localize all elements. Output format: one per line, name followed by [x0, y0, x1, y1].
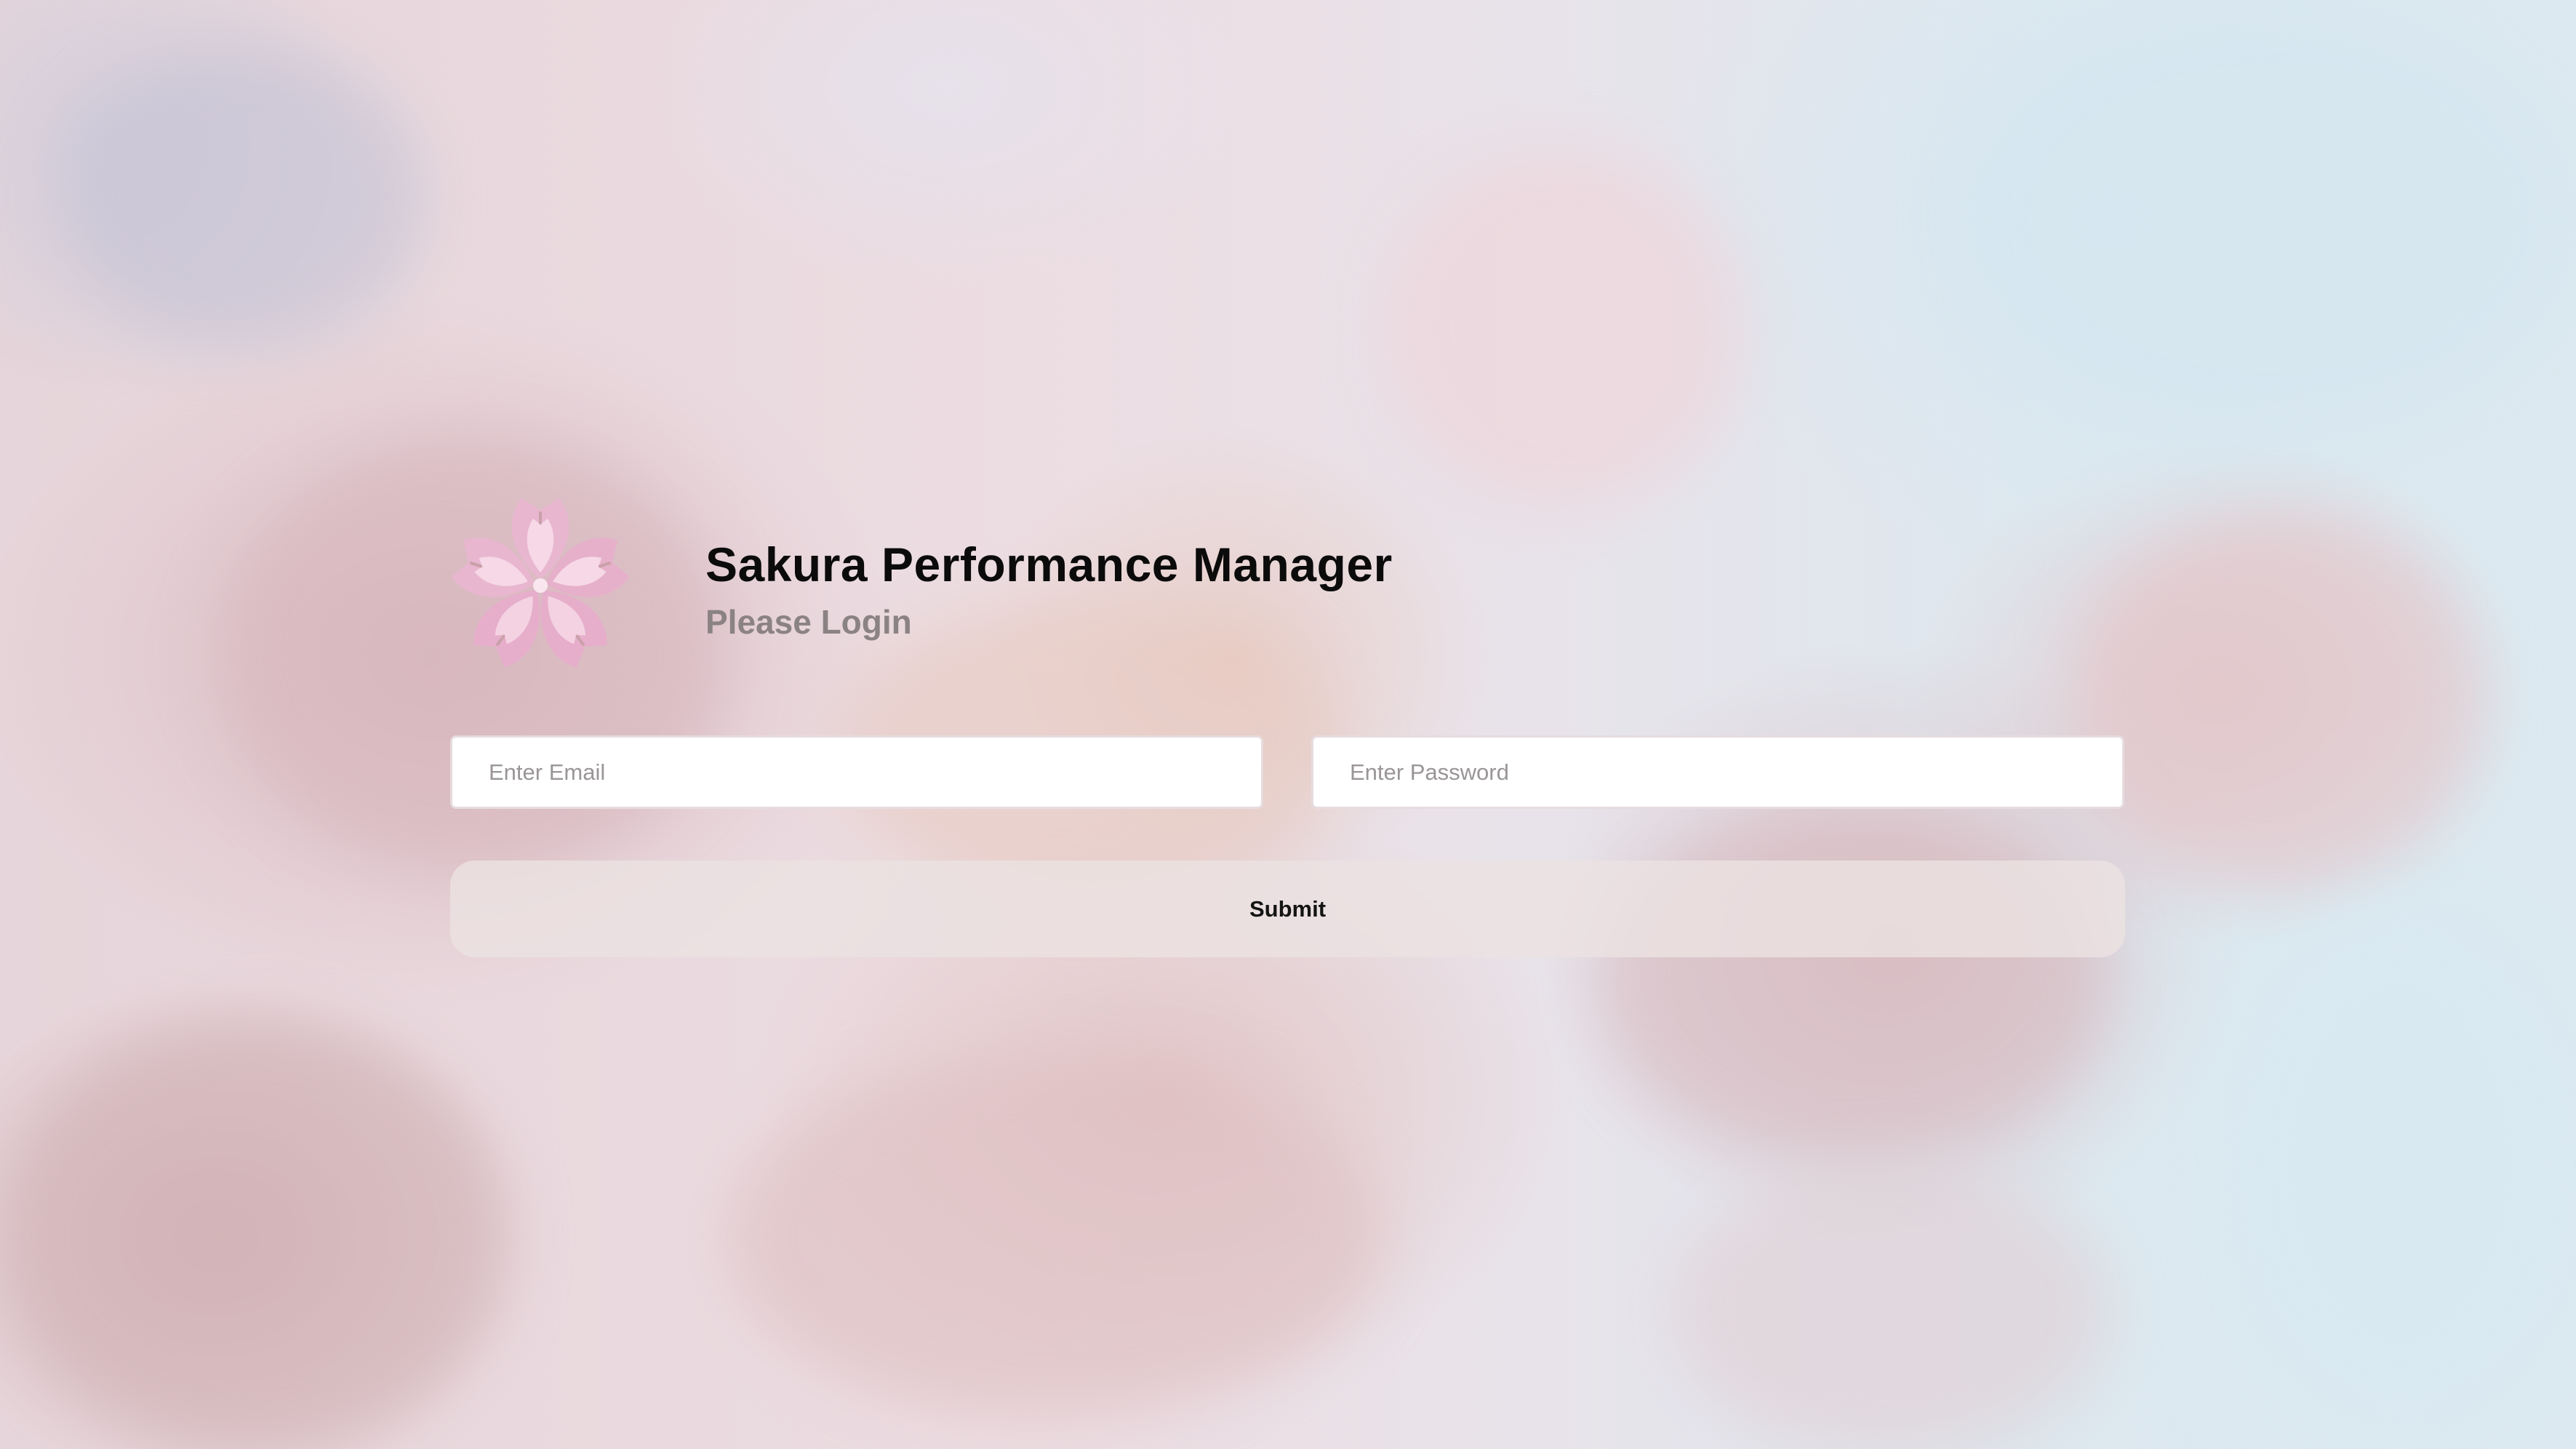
app-title: Sakura Performance Manager [705, 538, 1393, 591]
submit-button[interactable]: Submit [450, 861, 2125, 957]
login-subtitle: Please Login [705, 603, 912, 641]
email-input[interactable] [450, 735, 1263, 809]
blurred-blossom-background [0, 0, 2576, 1449]
password-input[interactable] [1311, 735, 2124, 809]
sakura-flower-icon [442, 487, 639, 684]
